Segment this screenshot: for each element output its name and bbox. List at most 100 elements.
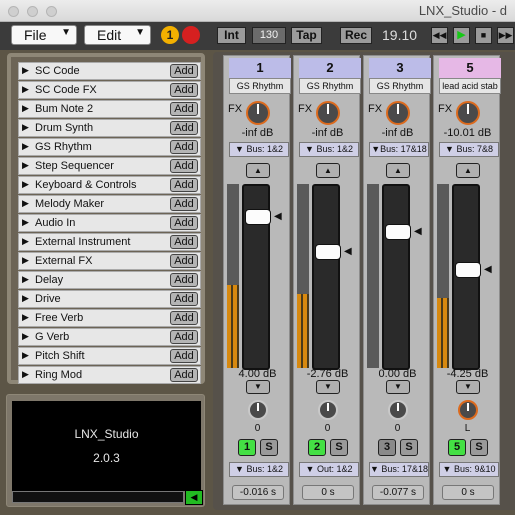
volume-down-button[interactable]: ▼ [246,380,270,394]
expand-triangle-icon[interactable]: ▶ [22,141,29,152]
rewind-button[interactable]: ◀◀ [431,27,448,44]
latency-field[interactable]: 0 s [302,485,354,500]
expand-triangle-icon[interactable]: ▶ [22,198,29,209]
play-button[interactable]: ▶ [453,27,470,44]
library-item[interactable]: ▶ Pitch Shift Add [18,347,201,365]
latency-field[interactable]: 0 s [442,485,494,500]
pan-knob[interactable] [318,400,338,420]
fx-send-knob[interactable] [246,101,270,125]
expand-triangle-icon[interactable]: ▶ [22,103,29,114]
output-bus-select[interactable]: ▼ Bus: 1&2 [229,462,289,477]
library-item[interactable]: ▶ Ring Mod Add [18,366,201,384]
pan-knob[interactable] [248,400,268,420]
volume-fader-track[interactable] [382,184,411,370]
add-instrument-button[interactable]: Add [170,311,198,325]
fx-bus-select[interactable]: ▼ Bus: 7&8 [439,142,499,157]
latency-field[interactable]: -0.016 s [232,485,284,500]
record-stop-indicator-icon[interactable] [182,26,200,44]
speaker-icon[interactable]: ◀ [185,490,203,505]
add-instrument-button[interactable]: Add [170,83,198,97]
add-instrument-button[interactable]: Add [170,216,198,230]
expand-triangle-icon[interactable]: ▶ [22,274,29,285]
library-item[interactable]: ▶ G Verb Add [18,328,201,346]
add-instrument-button[interactable]: Add [170,254,198,268]
library-item[interactable]: ▶ Drive Add [18,290,201,308]
expand-triangle-icon[interactable]: ▶ [22,65,29,76]
volume-down-button[interactable]: ▼ [316,380,340,394]
solo-button[interactable]: S [260,439,278,456]
pan-knob[interactable] [458,400,478,420]
tempo-field[interactable]: 130 [252,27,286,44]
channel-number[interactable]: 5 [439,58,501,78]
add-instrument-button[interactable]: Add [170,273,198,287]
add-instrument-button[interactable]: Add [170,140,198,154]
output-bus-select[interactable]: ▼ Bus: 17&18 [369,462,429,477]
volume-up-button[interactable]: ▲ [246,163,270,178]
expand-triangle-icon[interactable]: ▶ [22,312,29,323]
library-item[interactable]: ▶ Drum Synth Add [18,119,201,137]
library-item[interactable]: ▶ External FX Add [18,252,201,270]
output-bus-select[interactable]: ▼ Bus: 9&10 [439,462,499,477]
volume-fader-track[interactable] [452,184,481,370]
add-instrument-button[interactable]: Add [170,292,198,306]
expand-triangle-icon[interactable]: ▶ [22,160,29,171]
solo-button[interactable]: S [470,439,488,456]
solo-button[interactable]: S [400,439,418,456]
record-button[interactable]: Rec [340,27,372,44]
fast-forward-button[interactable]: ▶▶ [497,27,514,44]
add-instrument-button[interactable]: Add [170,197,198,211]
file-menu[interactable]: File ▼ [11,25,77,45]
output-bus-select[interactable]: ▼ Out: 1&2 [299,462,359,477]
solo-button[interactable]: S [330,439,348,456]
volume-fader-handle[interactable] [385,224,411,240]
volume-fader-track[interactable] [242,184,271,370]
volume-up-button[interactable]: ▲ [386,163,410,178]
volume-down-button[interactable]: ▼ [386,380,410,394]
channel-number[interactable]: 2 [299,58,361,78]
add-instrument-button[interactable]: Add [170,368,198,382]
expand-triangle-icon[interactable]: ▶ [22,217,29,228]
library-item[interactable]: ▶ Keyboard & Controls Add [18,176,201,194]
channel-select-button[interactable]: 1 [238,439,256,456]
expand-triangle-icon[interactable]: ▶ [22,122,29,133]
expand-triangle-icon[interactable]: ▶ [22,369,29,380]
expand-triangle-icon[interactable]: ▶ [22,350,29,361]
pan-knob[interactable] [388,400,408,420]
volume-fader-handle[interactable] [245,209,271,225]
fx-bus-select[interactable]: ▼ Bus: 1&2 [299,142,359,157]
library-item[interactable]: ▶ Free Verb Add [18,309,201,327]
fx-bus-select[interactable]: ▼ Bus: 1&2 [229,142,289,157]
library-item[interactable]: ▶ Audio In Add [18,214,201,232]
minimize-window-icon[interactable] [27,6,38,17]
add-instrument-button[interactable]: Add [170,121,198,135]
expand-triangle-icon[interactable]: ▶ [22,179,29,190]
volume-fader-track[interactable] [312,184,341,370]
fx-bus-select[interactable]: ▼Bus: 17&18 [369,142,429,157]
fx-send-knob[interactable] [386,101,410,125]
expand-triangle-icon[interactable]: ▶ [22,293,29,304]
library-item[interactable]: ▶ SC Code FX Add [18,81,201,99]
volume-fader-handle[interactable] [455,262,481,278]
library-item[interactable]: ▶ Melody Maker Add [18,195,201,213]
tap-tempo-button[interactable]: Tap [291,27,322,44]
channel-select-button[interactable]: 2 [308,439,326,456]
add-instrument-button[interactable]: Add [170,330,198,344]
expand-triangle-icon[interactable]: ▶ [22,255,29,266]
volume-fader-handle[interactable] [315,244,341,260]
volume-up-button[interactable]: ▲ [456,163,480,178]
zoom-window-icon[interactable] [46,6,57,17]
library-item[interactable]: ▶ Step Sequencer Add [18,157,201,175]
edit-menu[interactable]: Edit ▼ [84,25,151,45]
channel-number[interactable]: 3 [369,58,431,78]
add-instrument-button[interactable]: Add [170,349,198,363]
library-item[interactable]: ▶ Bum Note 2 Add [18,100,201,118]
volume-down-button[interactable]: ▼ [456,380,480,394]
channel-select-button[interactable]: 3 [378,439,396,456]
library-item[interactable]: ▶ SC Code Add [18,62,201,80]
channel-select-button[interactable]: 5 [448,439,466,456]
volume-up-button[interactable]: ▲ [316,163,340,178]
add-instrument-button[interactable]: Add [170,159,198,173]
expand-triangle-icon[interactable]: ▶ [22,236,29,247]
expand-triangle-icon[interactable]: ▶ [22,84,29,95]
library-item[interactable]: ▶ Delay Add [18,271,201,289]
